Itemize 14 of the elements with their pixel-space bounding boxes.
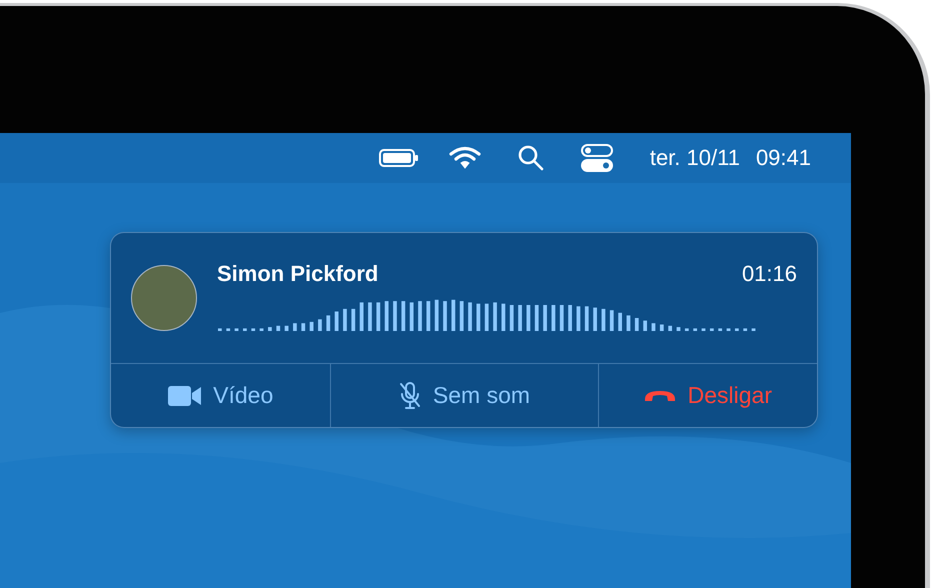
wifi-icon[interactable] [448, 146, 481, 170]
battery-icon[interactable] [378, 149, 419, 167]
mute-button[interactable]: Sem som [330, 364, 598, 427]
call-duration: 01:16 [742, 261, 797, 287]
muted-microphone-icon [398, 382, 421, 410]
menu-bar-date[interactable]: ter. 10/11 [650, 145, 740, 171]
caller-name: Simon Pickford [217, 261, 378, 287]
hang-up-phone-icon [644, 390, 676, 402]
video-camera-icon [168, 386, 202, 406]
video-button[interactable]: Vídeo [111, 364, 330, 427]
control-center-icon[interactable] [580, 144, 613, 172]
hangup-button[interactable]: Desligar [598, 364, 817, 427]
search-icon[interactable] [518, 145, 544, 171]
menu-bar-time[interactable]: 09:41 [756, 145, 811, 171]
